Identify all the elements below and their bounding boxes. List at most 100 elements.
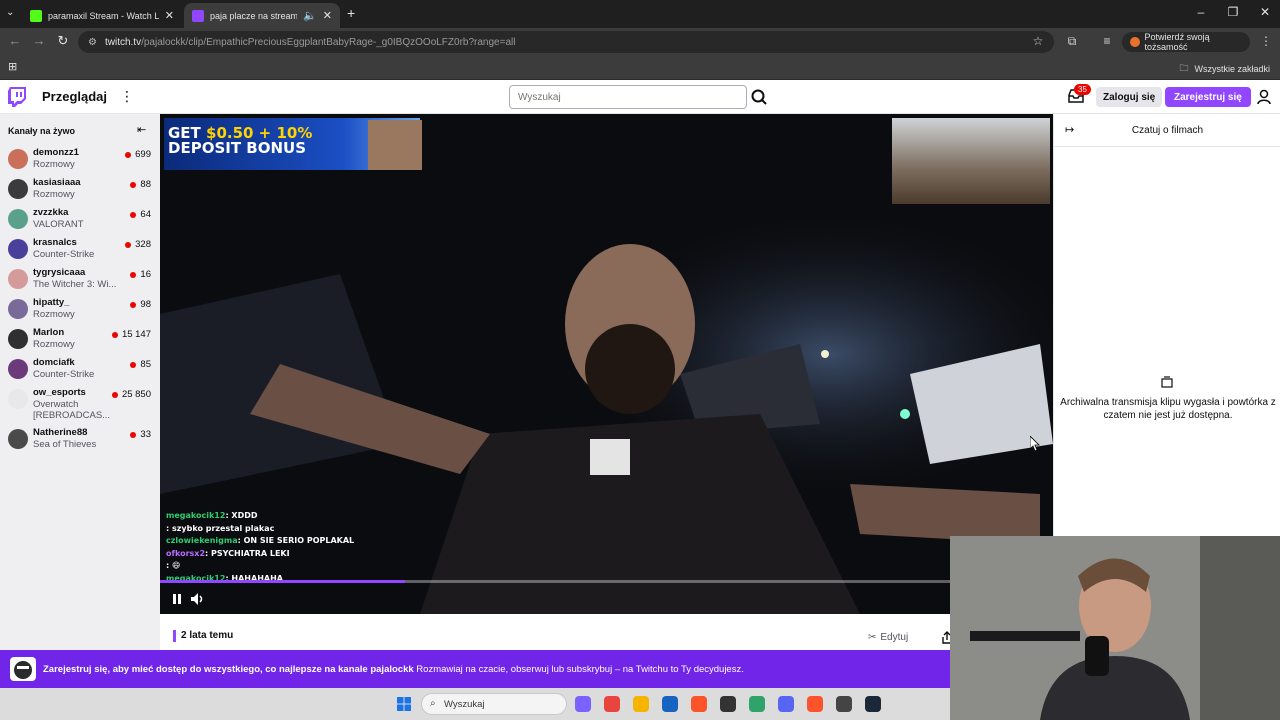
pause-icon[interactable] xyxy=(171,592,183,606)
avatar xyxy=(8,179,28,199)
chat-user: megakocik12 xyxy=(166,511,226,520)
forward-icon[interactable]: → xyxy=(29,33,49,48)
chat-title: Czatuj o filmach xyxy=(1131,125,1204,136)
channel-item-zvzzkka[interactable]: zvzzkka VALORANT 64 xyxy=(0,204,160,234)
brave-alt-icon[interactable] xyxy=(807,696,823,712)
steam-icon[interactable] xyxy=(865,696,881,712)
app-icon[interactable] xyxy=(720,696,736,712)
reading-list-icon[interactable]: ≡ xyxy=(1097,34,1117,48)
signup-button[interactable]: Zarejestruj się xyxy=(1165,87,1251,107)
channel-item-kasiasiaaa[interactable]: kasiasiaaa Rozmowy 88 xyxy=(0,174,160,204)
windows-start-icon[interactable] xyxy=(397,697,411,711)
folder-icon: 🗀 xyxy=(1179,63,1189,73)
chat-panel: ↦ Czatuj o filmach Archiwalna transmisja… xyxy=(1053,114,1280,536)
viewer-count-value: 85 xyxy=(140,359,151,370)
apps-grid-icon[interactable]: ⊞ xyxy=(8,60,17,73)
chat-overlay-line: czlowiekenigma: ON SIE SERIO POPLAKAL xyxy=(166,535,354,548)
maximize-icon[interactable]: ❐ xyxy=(1218,5,1248,19)
site-info-icon[interactable]: ⚙ xyxy=(88,37,97,48)
url-host: twitch.tv xyxy=(104,36,142,48)
reload-icon[interactable]: ↻ xyxy=(53,33,73,49)
avatar xyxy=(8,239,28,259)
channel-item-marlon[interactable]: Marlon Rozmowy 15 147 xyxy=(0,324,160,354)
tab-twitch[interactable]: paja placze na streamie - Tw 🔈 ✕ xyxy=(184,3,340,28)
viewer-count: 15 147 xyxy=(111,329,151,340)
collapse-sidebar-icon[interactable]: ⇤ xyxy=(137,123,146,136)
clip-date: 2 lata temu xyxy=(181,630,234,641)
viewer-count: 328 xyxy=(125,239,151,250)
address-bar[interactable]: ⚙ twitch.tv/pajalockk/clip/EmpathicPreci… xyxy=(78,31,1054,53)
viewer-count: 33 xyxy=(130,429,151,440)
close-tab-icon[interactable]: ✕ xyxy=(165,9,174,22)
discord-icon[interactable] xyxy=(778,696,794,712)
live-channels-sidebar: Kanały na żywo ⇤ demonzz1 Rozmowy 699 kasia… xyxy=(0,114,160,650)
channel-item-krasnalcs[interactable]: krasnalcs Counter-Strike 328 xyxy=(0,234,160,264)
copilot-icon[interactable] xyxy=(575,696,591,712)
explorer-icon[interactable] xyxy=(633,696,649,712)
verify-identity-button[interactable]: Potwierdź swoją tożsamość xyxy=(1122,32,1250,52)
chrome-icon[interactable] xyxy=(604,696,620,712)
browse-link[interactable]: Przeglądaj xyxy=(42,89,107,104)
close-tab-icon[interactable]: ✕ xyxy=(323,9,332,22)
tab-title: paramaxil Stream - Watch Live o xyxy=(48,10,159,21)
viewer-count-value: 88 xyxy=(140,179,151,190)
search-icon[interactable] xyxy=(749,86,769,108)
channel-avatar xyxy=(10,657,36,681)
back-icon[interactable]: ← xyxy=(5,33,25,48)
channel-item-domciafk[interactable]: domciafk Counter-Strike 85 xyxy=(0,354,160,384)
mute-tab-icon[interactable]: 🔈 xyxy=(303,9,317,22)
channel-item-demonzz1[interactable]: demonzz1 Rozmowy 699 xyxy=(0,144,160,174)
channel-name: ow_esports xyxy=(33,387,86,398)
avatar xyxy=(8,329,28,349)
channel-item-ow_esports[interactable]: ow_esports Overwatch [REBROADCAS... 25 850 xyxy=(0,384,160,421)
taskbar-search[interactable]: ⌕ Wyszukaj xyxy=(421,693,567,715)
minimize-icon[interactable]: – xyxy=(1186,5,1216,19)
progress-bar[interactable] xyxy=(160,580,950,583)
user-icon[interactable] xyxy=(1257,89,1271,105)
signup-promo-banner[interactable]: Zarejestruj się, aby mieć dostęp do wszy… xyxy=(0,650,950,688)
video-player[interactable]: GET $0.50 + 10% DEPOSIT BONUS megakocik1… xyxy=(160,114,1053,614)
promo-text: Zarejestruj się, aby mieć dostęp do wszy… xyxy=(43,664,744,675)
store-icon[interactable] xyxy=(662,696,678,712)
tab-search-icon[interactable]: ⌄ xyxy=(6,7,14,18)
tab-kick[interactable]: paramaxil Stream - Watch Live o ✕ xyxy=(22,3,182,28)
login-button[interactable]: Zaloguj się xyxy=(1096,87,1163,107)
ad-line2: DEPOSIT BONUS xyxy=(168,139,307,157)
chat-user: czlowiekenigma xyxy=(166,536,238,545)
search-input[interactable] xyxy=(509,85,747,109)
network-icon[interactable] xyxy=(749,696,765,712)
all-bookmarks-label: Wszystkie zakładki xyxy=(1194,64,1270,74)
channel-item-natherine88[interactable]: Natherine88 Sea of Thieves 33 xyxy=(0,424,160,454)
chat-overlay-line: : 😄 xyxy=(166,560,354,573)
volume-icon[interactable] xyxy=(190,592,206,606)
verify-label: Potwierdź swoją tożsamość xyxy=(1144,32,1210,52)
app2-icon[interactable] xyxy=(836,696,852,712)
viewer-count-value: 699 xyxy=(135,149,151,160)
close-window-icon[interactable]: ✕ xyxy=(1250,5,1280,19)
chat-overlay-line: megakocik12: XDDD xyxy=(166,510,354,523)
chat-text: : XDDD xyxy=(225,511,258,520)
bookmark-star-icon[interactable]: ☆ xyxy=(1028,34,1048,48)
menu-icon[interactable]: ⋮ xyxy=(1256,34,1276,48)
chat-text: : szybko przestal plakac xyxy=(166,523,275,533)
brave-icon[interactable] xyxy=(691,696,707,712)
bookmarks-bar: ⊞ 🗀 Wszystkie zakładki xyxy=(0,56,1280,80)
twitch-logo-icon[interactable] xyxy=(8,87,26,107)
mouse-cursor-icon xyxy=(1030,436,1040,452)
viewer-count-value: 15 147 xyxy=(121,329,151,340)
more-options-icon[interactable]: ⋮ xyxy=(120,88,134,105)
edit-button[interactable]: ✂ Edytuj xyxy=(868,632,908,643)
channel-item-tygrysicaaa[interactable]: tygrysicaaa The Witcher 3: Wi... 16 xyxy=(0,264,160,294)
avatar xyxy=(8,359,28,379)
profile-dot-icon xyxy=(1130,37,1140,47)
channel-item-hipatty_[interactable]: hipatty_ Rozmowy 98 xyxy=(0,294,160,324)
viewer-count: 25 850 xyxy=(111,389,151,400)
channel-game: VALORANT xyxy=(33,219,84,230)
ad-banner[interactable]: GET $0.50 + 10% DEPOSIT BONUS xyxy=(164,118,422,170)
date-accent xyxy=(173,630,176,642)
chat-user: ofkorsx2 xyxy=(166,548,206,558)
all-bookmarks-button[interactable]: 🗀 Wszystkie zakładki xyxy=(1179,61,1270,77)
new-tab-button[interactable]: + xyxy=(347,5,355,21)
extensions-icon[interactable]: ⧉ xyxy=(1062,34,1082,49)
chat-divider xyxy=(1054,146,1280,147)
